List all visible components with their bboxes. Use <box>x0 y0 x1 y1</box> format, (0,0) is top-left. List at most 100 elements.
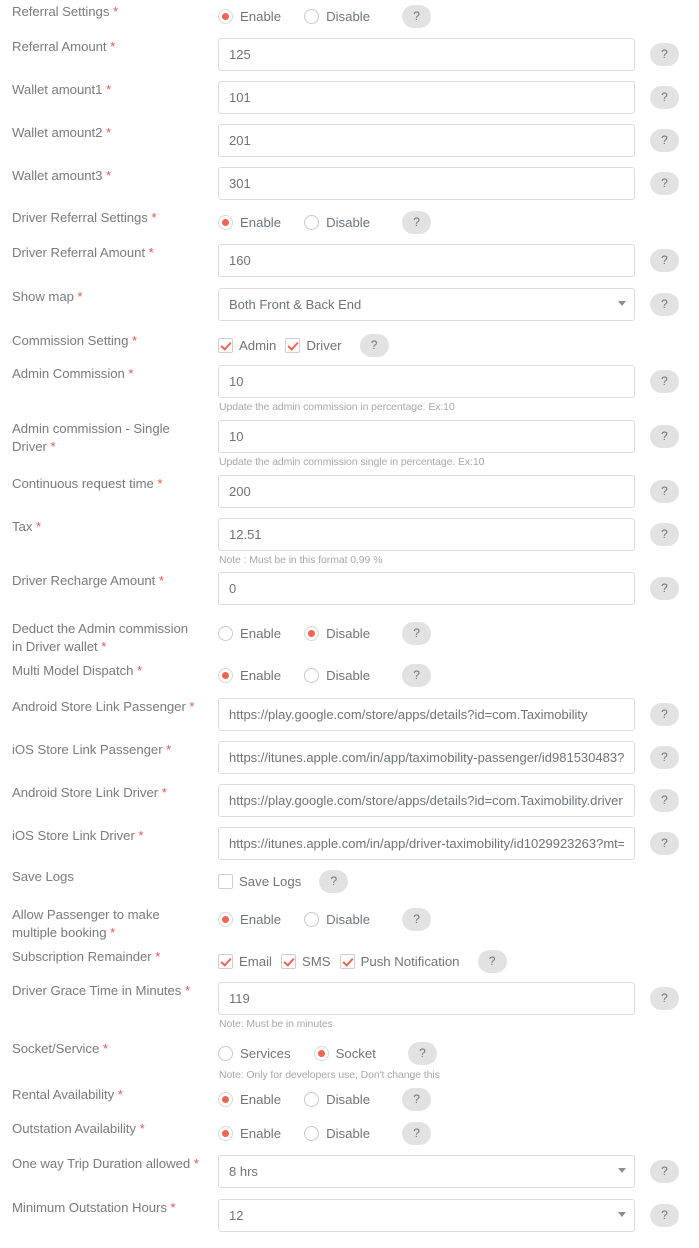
input-referral-amount[interactable] <box>218 38 635 71</box>
help-icon-minimum-outstation-hours[interactable]: ? <box>650 1204 679 1227</box>
input-admin-commission-single-driver[interactable] <box>218 420 635 453</box>
radio-icon-unselected[interactable] <box>218 1046 233 1061</box>
select-minimum-outstation-hours[interactable]: 12 <box>218 1199 635 1232</box>
input-ios-store-link-driver[interactable] <box>218 827 635 860</box>
help-icon-wallet-amount2[interactable]: ? <box>650 129 679 152</box>
checkbox-icon-checked[interactable] <box>285 338 301 353</box>
radio-option-allow-passenger-multiple-booking-1[interactable]: Disable <box>304 912 370 927</box>
radio-option-referral-settings-1[interactable]: Disable <box>304 9 370 24</box>
radio-icon-selected[interactable] <box>218 1126 233 1141</box>
required-asterisk: * <box>145 245 154 260</box>
checkbox-icon-checked[interactable] <box>218 954 233 969</box>
input-wallet-amount2[interactable] <box>218 124 635 157</box>
help-icon-driver-referral-amount[interactable]: ? <box>650 249 679 272</box>
help-icon-outstation-availability[interactable]: ? <box>402 1122 432 1145</box>
radio-option-socket-service-1[interactable]: Socket <box>313 1046 376 1061</box>
radio-icon-selected[interactable] <box>218 912 233 927</box>
radio-icon-unselected[interactable] <box>304 1126 320 1141</box>
radio-icon-selected[interactable] <box>313 1046 329 1061</box>
checkbox-option-commission-setting-0[interactable]: Admin <box>218 338 276 353</box>
input-wallet-amount3[interactable] <box>218 167 635 200</box>
checkbox-option-subscription-remainder-2[interactable]: Push Notification <box>339 954 460 969</box>
help-icon-subscription-remainder[interactable]: ? <box>477 950 507 973</box>
form-row-wallet-amount2: Wallet amount2 *? <box>0 124 699 157</box>
label-driver-grace-time-minutes: Driver Grace Time in Minutes * <box>0 982 209 1000</box>
help-icon-ios-store-link-driver[interactable]: ? <box>650 832 679 855</box>
help-icon-show-map[interactable]: ? <box>650 293 679 316</box>
select-one-way-trip-duration-allowed[interactable]: 8 hrs <box>218 1155 635 1188</box>
help-icon-admin-commission[interactable]: ? <box>650 370 679 393</box>
control-wallet-amount2: ? <box>209 124 699 157</box>
help-icon-save-logs[interactable]: ? <box>319 870 349 893</box>
radio-icon-unselected[interactable] <box>304 215 320 230</box>
help-icon-driver-referral-settings[interactable]: ? <box>402 211 432 234</box>
required-asterisk: * <box>97 639 107 654</box>
radio-icon-selected[interactable] <box>218 668 233 683</box>
help-icon-admin-commission-single-driver[interactable]: ? <box>650 425 679 448</box>
radio-option-deduct-admin-commission-driver-wallet-0[interactable]: Enable <box>218 626 281 641</box>
help-icon-referral-amount[interactable]: ? <box>650 43 679 66</box>
help-icon-tax[interactable]: ? <box>650 523 679 546</box>
radio-option-driver-referral-settings-1[interactable]: Disable <box>304 215 370 230</box>
checkbox-option-subscription-remainder-0[interactable]: Email <box>218 954 272 969</box>
help-icon-wallet-amount1[interactable]: ? <box>650 86 679 109</box>
help-icon-android-store-link-passenger[interactable]: ? <box>650 703 679 726</box>
radio-icon-unselected[interactable] <box>304 1092 320 1107</box>
radio-icon-selected[interactable] <box>218 1092 233 1107</box>
input-tax[interactable] <box>218 518 635 551</box>
help-icon-rental-availability[interactable]: ? <box>402 1088 432 1111</box>
radio-option-socket-service-0[interactable]: Services <box>218 1046 291 1061</box>
help-icon-multi-model-dispatch[interactable]: ? <box>402 664 432 687</box>
radio-option-driver-referral-settings-0[interactable]: Enable <box>218 215 281 230</box>
help-icon-deduct-admin-commission-driver-wallet[interactable]: ? <box>402 622 432 645</box>
checkbox-option-subscription-remainder-1[interactable]: SMS <box>280 954 331 969</box>
input-wallet-amount1[interactable] <box>218 81 635 114</box>
help-icon-continuous-request-time[interactable]: ? <box>650 480 679 503</box>
radio-option-allow-passenger-multiple-booking-0[interactable]: Enable <box>218 912 281 927</box>
help-icon-referral-settings[interactable]: ? <box>402 5 432 28</box>
input-android-store-link-passenger[interactable] <box>218 698 635 731</box>
input-driver-recharge-amount[interactable] <box>218 572 635 605</box>
radio-icon-unselected[interactable] <box>304 912 320 927</box>
input-android-store-link-driver[interactable] <box>218 784 635 817</box>
radio-icon-unselected[interactable] <box>304 9 320 24</box>
help-icon-commission-setting[interactable]: ? <box>359 334 389 357</box>
help-icon-driver-grace-time-minutes[interactable]: ? <box>650 987 679 1010</box>
input-driver-referral-amount[interactable] <box>218 244 635 277</box>
radio-icon-selected[interactable] <box>218 215 233 230</box>
required-asterisk: * <box>109 4 119 19</box>
checkbox-option-commission-setting-1[interactable]: Driver <box>285 338 342 353</box>
checkbox-icon-checked[interactable] <box>218 338 233 353</box>
radio-icon-selected[interactable] <box>304 626 320 641</box>
radio-option-outstation-availability-1[interactable]: Disable <box>304 1126 370 1141</box>
radio-icon-unselected[interactable] <box>218 626 233 641</box>
radio-option-multi-model-dispatch-1[interactable]: Disable <box>304 668 370 683</box>
form-row-driver-grace-time-minutes: Driver Grace Time in Minutes *? Note: Mus… <box>0 982 699 1031</box>
radio-option-outstation-availability-0[interactable]: Enable <box>218 1126 281 1141</box>
help-icon-allow-passenger-multiple-booking[interactable]: ? <box>402 908 432 931</box>
checkbox-icon-checked[interactable] <box>339 954 355 969</box>
help-icon-driver-recharge-amount[interactable]: ? <box>650 577 679 600</box>
input-continuous-request-time[interactable] <box>218 475 635 508</box>
checkbox-icon-checked[interactable] <box>280 954 296 969</box>
help-icon-android-store-link-driver[interactable]: ? <box>650 789 679 812</box>
help-icon-socket-service[interactable]: ? <box>407 1042 437 1065</box>
checkbox-option-save-logs-0[interactable]: Save Logs <box>218 874 301 889</box>
radio-option-multi-model-dispatch-0[interactable]: Enable <box>218 668 281 683</box>
radio-icon-selected[interactable] <box>218 9 233 24</box>
select-show-map[interactable]: Both Front & Back End <box>218 288 635 321</box>
input-driver-grace-time-minutes[interactable] <box>218 982 635 1015</box>
help-icon-one-way-trip-duration-allowed[interactable]: ? <box>650 1160 679 1183</box>
help-icon-ios-store-link-passenger[interactable]: ? <box>650 746 679 769</box>
radio-option-deduct-admin-commission-driver-wallet-1[interactable]: Disable <box>304 626 370 641</box>
required-asterisk: * <box>102 82 112 97</box>
radio-icon-unselected[interactable] <box>304 668 320 683</box>
radio-option-rental-availability-1[interactable]: Disable <box>304 1092 370 1107</box>
radio-option-rental-availability-0[interactable]: Enable <box>218 1092 281 1107</box>
radio-option-referral-settings-0[interactable]: Enable <box>218 9 281 24</box>
help-icon-wallet-amount3[interactable]: ? <box>650 172 679 195</box>
form-row-referral-amount: Referral Amount *? <box>0 38 699 71</box>
input-admin-commission[interactable] <box>218 365 635 398</box>
checkbox-icon-unchecked[interactable] <box>218 874 233 889</box>
input-ios-store-link-passenger[interactable] <box>218 741 635 774</box>
